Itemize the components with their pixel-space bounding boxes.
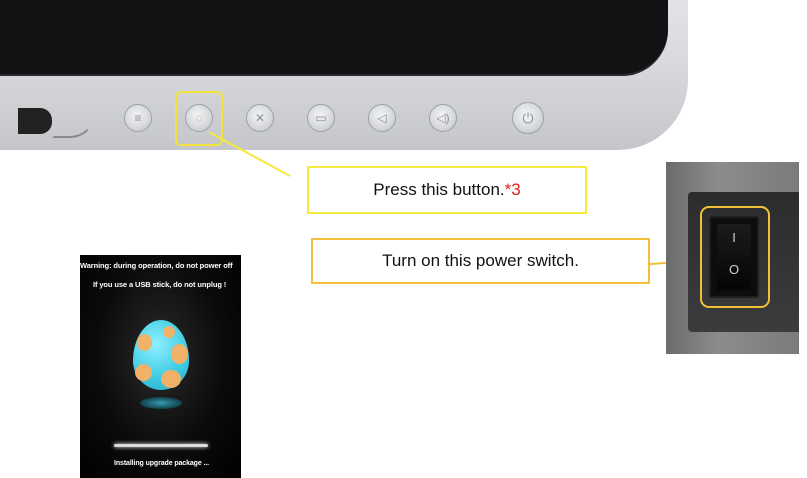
monitor-photo: ≡ ◌ ✕ ▭ ◁ ◁) ⏻ <box>0 0 690 152</box>
press-button-callout: Press this button. *3 <box>307 166 587 214</box>
egg-spot <box>171 344 188 364</box>
power-switch-text: Turn on this power switch. <box>382 251 579 270</box>
footnote-ref: *3 <box>504 180 521 199</box>
mute-button[interactable]: ✕ <box>246 104 274 132</box>
input-icon: ▭ <box>315 111 327 125</box>
switch-highlight-frame <box>700 206 770 308</box>
volume-up-icon: ◁) <box>436 111 450 125</box>
monitor-screen <box>0 0 668 76</box>
upgrade-progress-bar <box>114 444 208 447</box>
usb-notice-text: If you use a USB stick, do not unplug ! <box>93 280 227 289</box>
button-highlight-frame <box>175 91 223 146</box>
upgrade-status-text: Installing upgrade package ... <box>114 460 210 467</box>
press-button-text: Press this button. <box>373 180 505 199</box>
egg-spot <box>161 370 181 388</box>
volume-down-icon: ◁ <box>377 111 387 125</box>
cable-connector <box>18 108 52 134</box>
power-switch-photo: I O <box>666 162 799 354</box>
mute-icon: ✕ <box>254 111 266 125</box>
upgrade-screen-photo: Warning: during operation, do not power … <box>80 255 241 478</box>
power-icon: ⏻ <box>522 110 534 126</box>
egg-spot <box>163 326 175 338</box>
power-switch-callout: Turn on this power switch. <box>311 238 650 284</box>
input-button[interactable]: ▭ <box>307 104 335 132</box>
menu-icon: ≡ <box>134 111 142 125</box>
volume-down-button[interactable]: ◁ <box>368 104 396 132</box>
egg-pedestal <box>140 397 182 409</box>
egg-icon <box>133 320 189 390</box>
menu-button[interactable]: ≡ <box>124 104 152 132</box>
volume-up-button[interactable]: ◁) <box>429 104 457 132</box>
egg-spot <box>137 334 152 351</box>
power-button[interactable]: ⏻ <box>512 102 544 134</box>
egg-spot <box>135 364 152 381</box>
warning-text: Warning: during operation, do not power … <box>80 261 233 270</box>
